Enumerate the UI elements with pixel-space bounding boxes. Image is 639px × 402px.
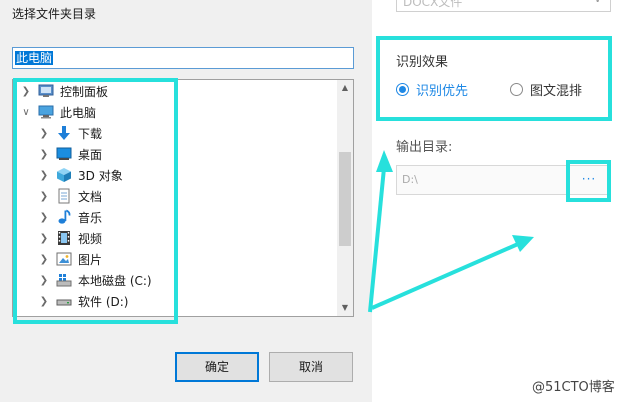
arrow-line-up bbox=[368, 167, 386, 313]
arrow-line-right bbox=[371, 242, 519, 310]
arrow-head-up bbox=[376, 150, 393, 172]
annotation-arrows bbox=[368, 150, 534, 313]
watermark: @51CTO博客 bbox=[532, 380, 615, 395]
